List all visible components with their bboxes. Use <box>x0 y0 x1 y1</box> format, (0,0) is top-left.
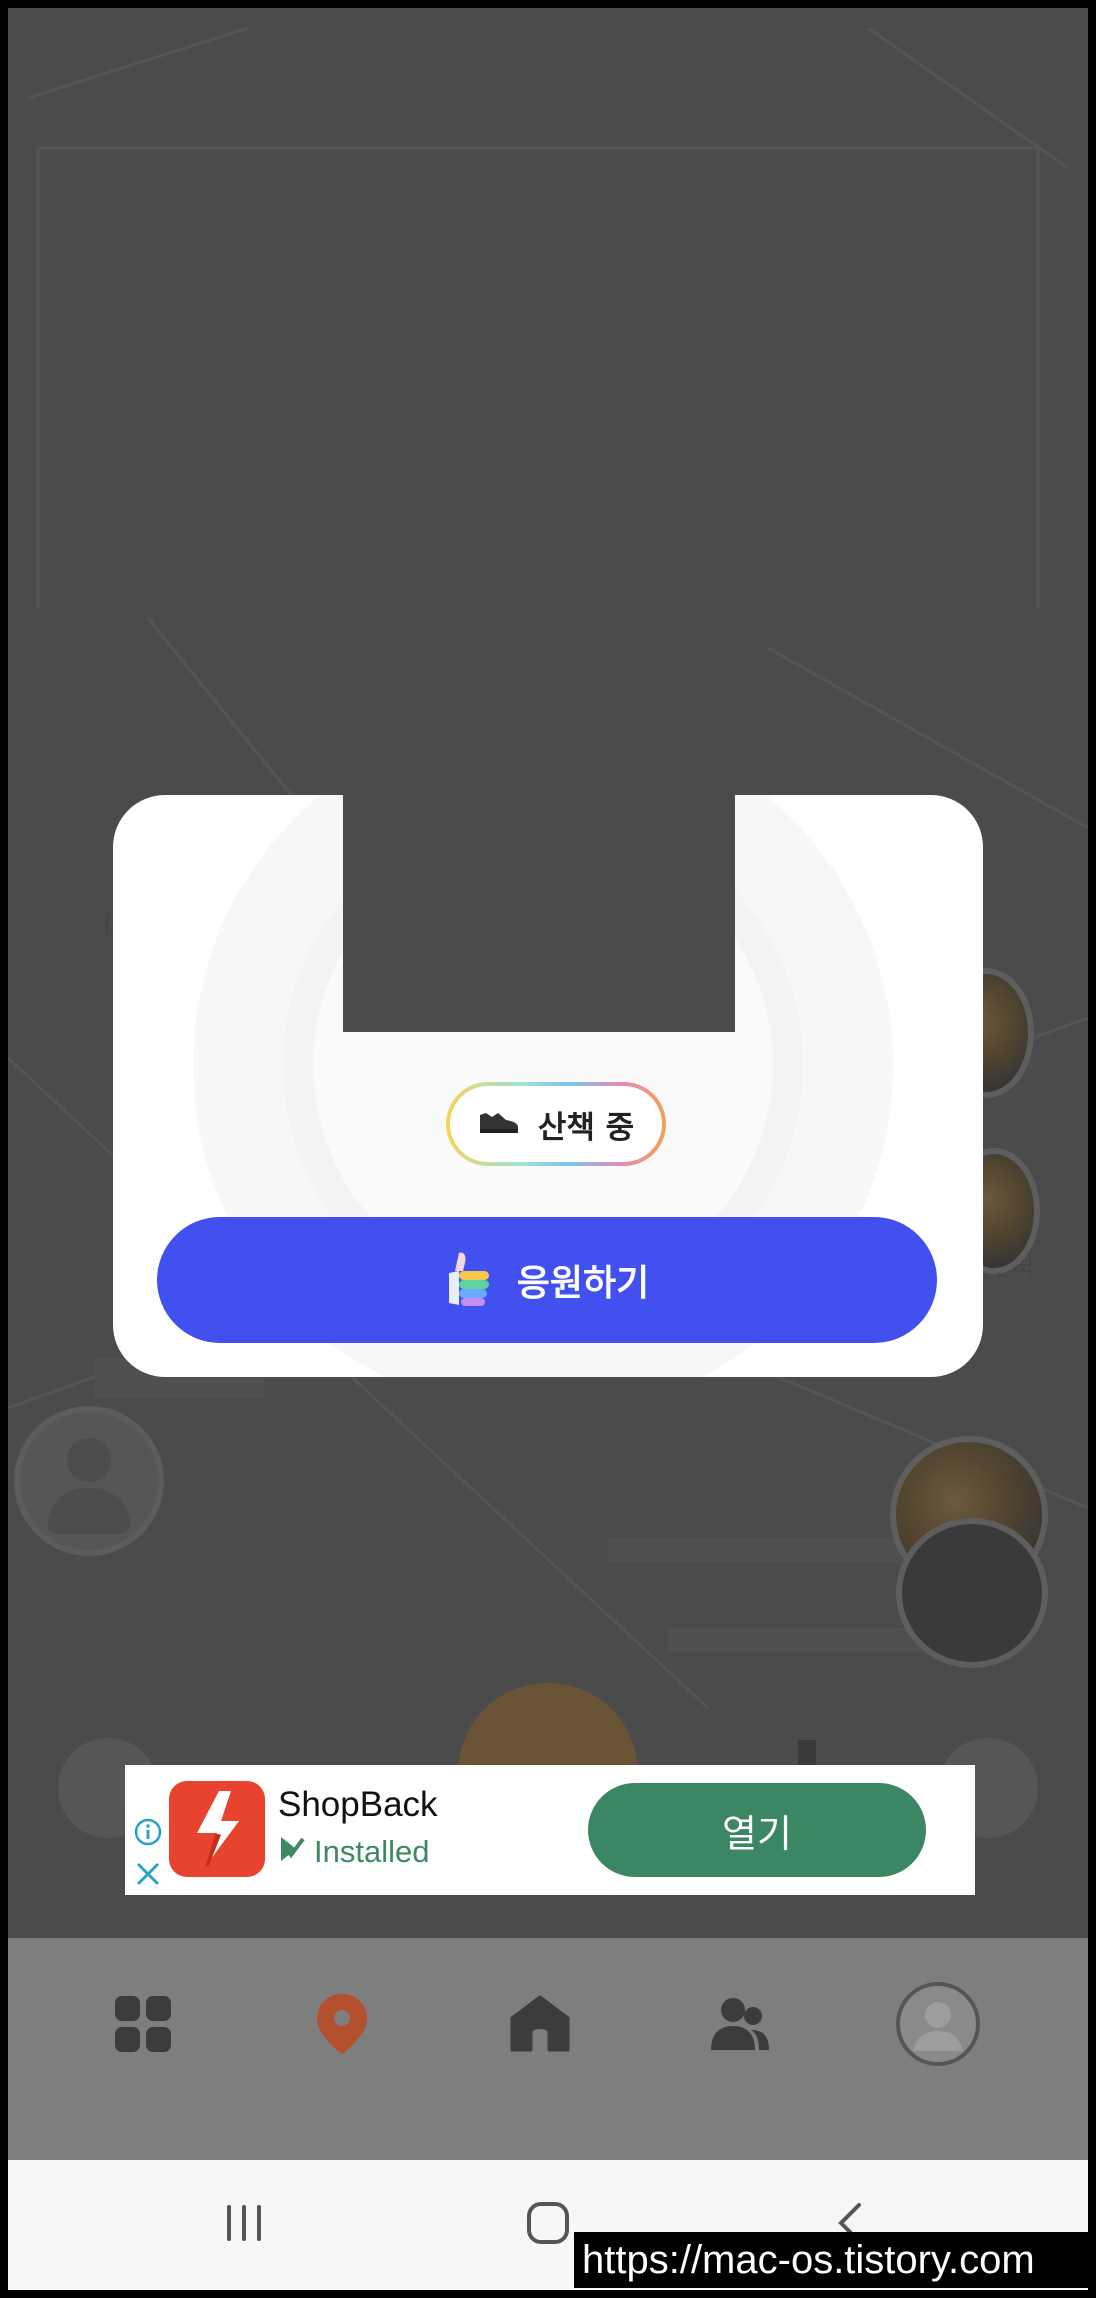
friends-icon <box>707 1994 771 2058</box>
walk-status-popup: 산책 중 응원하기 <box>113 795 983 1377</box>
ad-info-icon[interactable] <box>133 1817 163 1851</box>
recent-apps-icon <box>223 2203 265 2247</box>
installed-label: Installed <box>314 1834 430 1869</box>
profile-avatar-icon <box>895 1981 981 2071</box>
ad-app-name: ShopBack <box>278 1785 438 1824</box>
nav-menu[interactable] <box>93 1976 193 2076</box>
nav-home[interactable] <box>490 1976 590 2076</box>
sneaker-icon <box>478 1109 520 1139</box>
place-photo-marker[interactable] <box>896 1518 1048 1668</box>
thumbs-up-icon <box>445 1249 495 1311</box>
home-square-icon <box>525 2200 571 2250</box>
grid-icon <box>113 1994 173 2058</box>
ad-banner[interactable]: ShopBack Installed 열기 <box>125 1765 975 1895</box>
walking-status-badge: 산책 중 <box>446 1082 666 1166</box>
ad-close-icon[interactable] <box>133 1859 163 1893</box>
nav-friends[interactable] <box>689 1976 789 2076</box>
installed-check-icon <box>278 1833 306 1871</box>
map-pin-icon <box>314 1992 370 2060</box>
ad-installed-status: Installed <box>278 1833 429 1871</box>
shopback-app-icon <box>169 1781 265 1877</box>
recent-apps-button[interactable] <box>204 2190 284 2260</box>
redacted-profile-image <box>343 795 735 1032</box>
cheer-button[interactable]: 응원하기 <box>157 1217 937 1343</box>
nav-profile[interactable] <box>888 1976 988 2076</box>
user-marker-avatar[interactable] <box>14 1406 164 1556</box>
walking-status-label: 산책 중 <box>537 1109 635 1146</box>
ad-open-button[interactable]: 열기 <box>588 1783 926 1877</box>
home-icon <box>509 1994 571 2058</box>
watermark-text: https://mac-os.tistory.com <box>574 2232 1088 2288</box>
bottom-navigation-bar <box>8 1938 1088 2160</box>
map-place-label: [ <box>104 912 113 937</box>
cheer-button-label: 응원하기 <box>516 1263 650 1304</box>
nav-map[interactable] <box>292 1976 392 2076</box>
app-screen: 트 센터 [ <box>8 8 1088 2290</box>
